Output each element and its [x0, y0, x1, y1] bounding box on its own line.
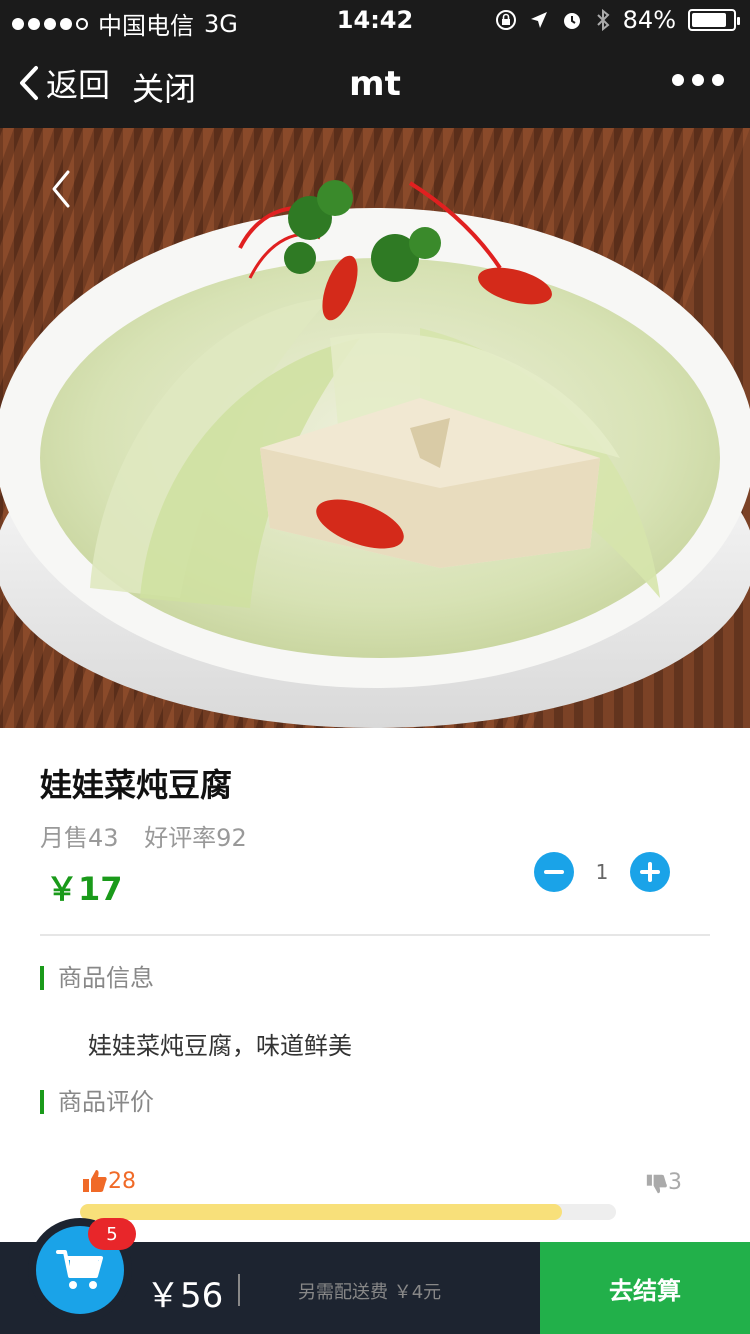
product-description: 娃娃菜炖豆腐，味道鲜美 — [88, 1032, 352, 1060]
thumbs-up-count: 28 — [82, 1168, 136, 1194]
delivery-fee-note: 另需配送费 ￥4元 — [298, 1282, 442, 1303]
battery-icon — [688, 9, 740, 31]
rating-bar — [80, 1204, 616, 1220]
quantity-stepper: 1 — [534, 852, 670, 894]
thumbs-up-icon — [83, 1170, 107, 1192]
nav-bar: 返回 关闭 mt — [0, 40, 750, 128]
cart-total: ￥56 — [146, 1276, 224, 1316]
divider — [40, 934, 710, 936]
product-name: 娃娃菜炖豆腐 — [40, 766, 233, 804]
increase-quantity-button[interactable] — [630, 852, 670, 892]
chevron-left-icon[interactable] — [44, 164, 84, 214]
battery-percent: 84% — [622, 6, 676, 34]
status-bar: 中国电信 3G 14:42 84% — [0, 0, 750, 40]
monthly-sales: 月售43 — [40, 824, 119, 852]
good-rate: 好评率92 — [144, 824, 247, 852]
shopping-cart-icon — [56, 1250, 103, 1289]
decrease-quantity-button[interactable] — [534, 852, 574, 892]
quantity-value: 1 — [595, 860, 609, 884]
more-menu-button[interactable] — [672, 74, 724, 86]
thumbs-down-value: 3 — [668, 1170, 682, 1195]
bluetooth-icon — [596, 8, 610, 32]
checkout-button[interactable]: 去结算 — [540, 1242, 750, 1334]
product-price: ￥17 — [46, 870, 123, 908]
section-title-info: 商品信息 — [40, 966, 154, 990]
rotation-lock-icon — [495, 10, 516, 30]
cart-count-badge: 5 — [88, 1218, 136, 1250]
thumbs-down-count: 3 — [646, 1170, 682, 1195]
product-stats: 月售43 好评率92 — [40, 818, 265, 853]
thumbs-up-value: 28 — [108, 1169, 136, 1194]
page-title: mt — [349, 64, 401, 104]
section-title-review: 商品评价 — [40, 1090, 154, 1114]
product-image — [0, 128, 750, 728]
rating-bar-fill — [80, 1204, 563, 1220]
divider — [238, 1274, 240, 1306]
location-arrow-icon — [530, 12, 547, 28]
dish-illustration — [0, 128, 750, 728]
thumbs-down-icon — [646, 1174, 667, 1194]
alarm-icon — [563, 13, 580, 29]
